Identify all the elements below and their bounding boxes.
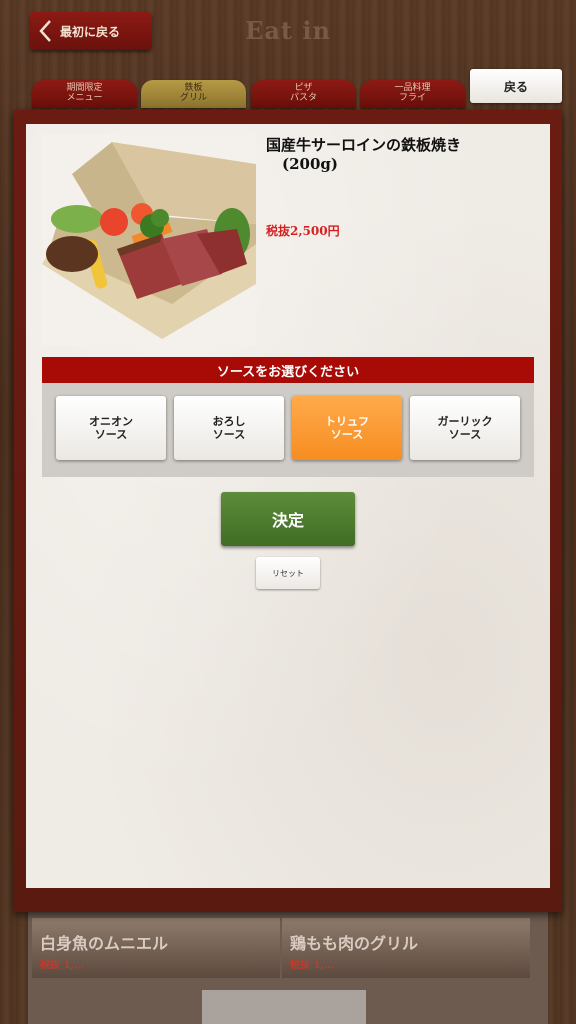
tab-label-line1: ピザ (294, 83, 313, 93)
menu-card-price: 税抜 1,... (290, 960, 335, 971)
tab-teppan-grill[interactable]: 鉄板 グリル (141, 80, 246, 108)
steak-bento-photo (42, 134, 256, 346)
product-weight: (200g) (282, 155, 338, 173)
app-title: Eat in (245, 16, 331, 45)
tab-label-line1: 期間限定 (66, 83, 103, 93)
sauce-option-truffle[interactable]: トリュフ ソース (292, 396, 402, 460)
sauce-option-onion[interactable]: オニオン ソース (56, 396, 166, 460)
sauce-label-line2: ソース (330, 428, 364, 441)
confirm-button[interactable]: 決定 (221, 492, 355, 546)
scroll-indicator[interactable] (202, 990, 366, 1024)
product-price: 税抜2,500円 (266, 224, 340, 238)
tab-label-line2: グリル (179, 93, 207, 103)
menu-card-price: 税抜 1,... (40, 960, 85, 971)
tab-back-button[interactable]: 戻る (470, 69, 562, 103)
sauce-label-line1: オニオン (89, 415, 133, 428)
tab-side-fry[interactable]: 一品料理 フライ (360, 80, 465, 108)
tab-label-line2: フライ (398, 93, 426, 103)
sauce-label-line1: トリュフ (325, 415, 369, 428)
sauce-option-oroshi[interactable]: おろし ソース (174, 396, 284, 460)
product-name: 国産牛サーロインの鉄板焼き (266, 136, 462, 154)
tab-label-line2: メニュー (66, 93, 103, 103)
menu-card-chicken-grill[interactable]: 鶏もも肉のグリル 税抜 1,... (282, 918, 530, 978)
sauce-selection-header: ソースをお選びください (42, 357, 534, 383)
sauce-label-line2: ソース (94, 428, 128, 441)
sauce-option-garlic[interactable]: ガーリック ソース (410, 396, 520, 460)
sauce-label-line1: おろし (212, 415, 246, 428)
sauce-label-line2: ソース (448, 428, 482, 441)
reset-button[interactable]: リセット (256, 557, 320, 589)
sauce-label-line1: ガーリック (437, 415, 493, 428)
tab-label-line2: パスタ (289, 93, 317, 103)
tab-label-line1: 一品料理 (394, 83, 431, 93)
menu-card-name: 鶏もも肉のグリル (290, 934, 419, 953)
menu-card-white-fish[interactable]: 白身魚のムニエル 税抜 1,... (32, 918, 280, 978)
tab-label-line1: 鉄板 (184, 83, 203, 93)
tab-pizza-pasta[interactable]: ピザ パスタ (251, 80, 356, 108)
tab-limited-menu[interactable]: 期間限定 メニュー (32, 80, 137, 108)
menu-card-name: 白身魚のムニエル (40, 934, 169, 953)
sauce-label-line2: ソース (212, 428, 246, 441)
